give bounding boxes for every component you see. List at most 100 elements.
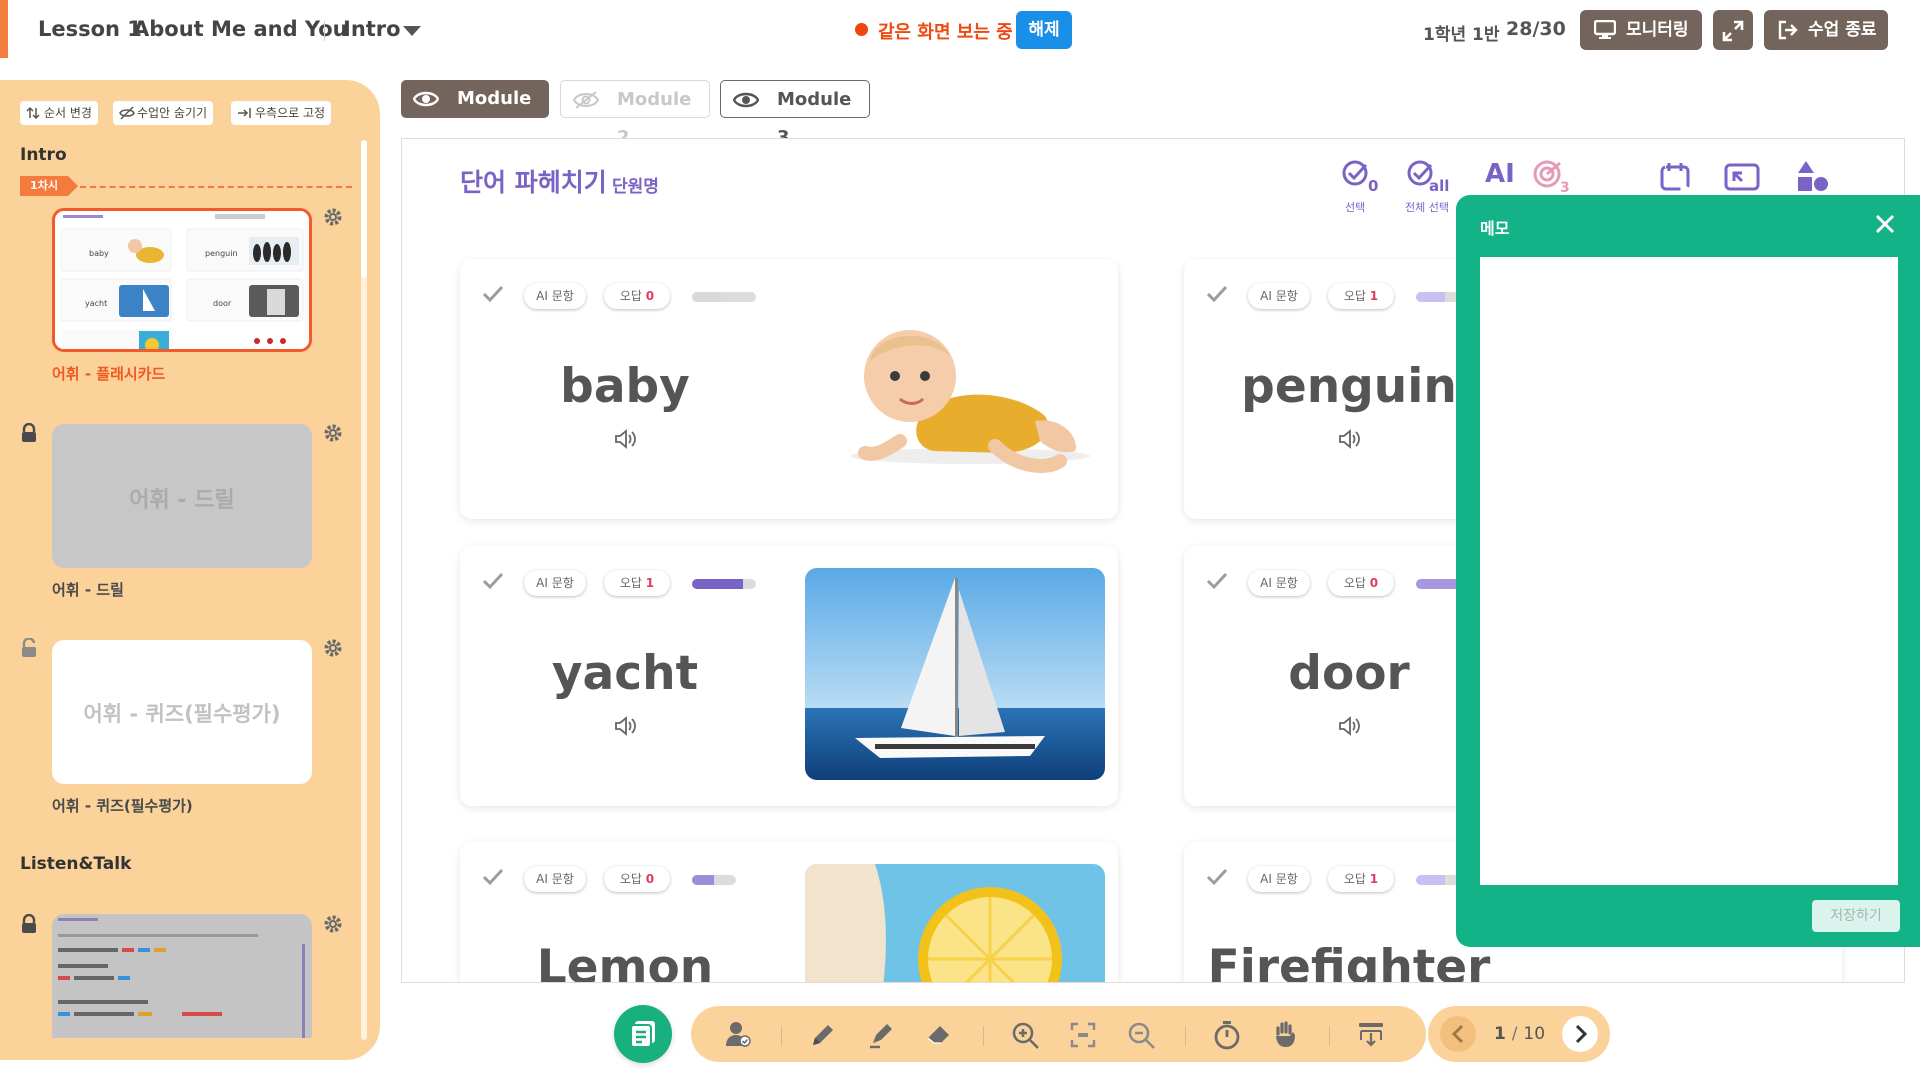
lesson-item-label: 어휘 - 퀴즈(필수평가) bbox=[52, 797, 193, 815]
thumbnail-overlay-title: 어휘 - 퀴즈(필수평가) bbox=[83, 702, 281, 726]
word-card[interactable]: AI 문항 오답 1 yacht bbox=[460, 546, 1118, 806]
zoom-out-icon[interactable] bbox=[1127, 1021, 1157, 1055]
toolbar-divider bbox=[781, 1026, 782, 1046]
chevron-down-icon[interactable] bbox=[403, 26, 421, 36]
check-icon[interactable] bbox=[482, 285, 504, 307]
listen-talk-thumbnail bbox=[58, 918, 305, 1038]
live-status-text: 같은 화면 보는 중 bbox=[878, 22, 1013, 43]
svg-text:all: all bbox=[1429, 177, 1449, 193]
fit-screen-icon[interactable] bbox=[1069, 1021, 1097, 1053]
lesson-item-label: 어휘 - 플래시카드 bbox=[52, 365, 166, 383]
toolbar-divider bbox=[983, 1026, 984, 1046]
timer-icon[interactable] bbox=[1213, 1020, 1241, 1054]
speaker-icon[interactable] bbox=[1338, 429, 1362, 453]
hide-lesson-plan-button[interactable]: 수업안 숨기기 bbox=[113, 101, 214, 125]
speaker-icon[interactable] bbox=[614, 429, 638, 453]
current-page: 1 bbox=[1494, 1024, 1506, 1044]
yacht-image bbox=[805, 568, 1105, 780]
card-word: baby bbox=[560, 359, 690, 414]
check-icon[interactable] bbox=[1206, 572, 1228, 594]
lesson-item-listen-talk[interactable] bbox=[52, 914, 312, 1038]
session-tag: 1차시 bbox=[20, 176, 78, 196]
ai-question-badge[interactable]: AI 문항 bbox=[1248, 866, 1310, 892]
section-title-intro: Intro bbox=[20, 145, 67, 165]
wrong-answer-badge[interactable]: 오답 0 bbox=[1328, 570, 1394, 596]
ai-question-badge[interactable]: AI 문항 bbox=[524, 570, 586, 596]
check-icon[interactable] bbox=[1206, 868, 1228, 890]
gear-icon[interactable] bbox=[323, 207, 343, 227]
cast-icon[interactable] bbox=[1724, 161, 1760, 197]
lesson-item-drill[interactable]: 어휘 - 드릴 bbox=[52, 424, 312, 568]
wrong-answer-badge[interactable]: 오답 0 bbox=[604, 283, 670, 309]
wrong-answer-badge[interactable]: 오답 1 bbox=[1328, 283, 1394, 309]
gear-icon[interactable] bbox=[323, 423, 343, 443]
module-tab-3[interactable]: Module 3 bbox=[720, 80, 870, 148]
highlighter-icon[interactable] bbox=[867, 1021, 895, 1053]
ai-question-badge[interactable]: AI 문항 bbox=[1248, 570, 1310, 596]
release-button[interactable]: 해제 bbox=[1016, 11, 1072, 49]
unit-name: 단원명 bbox=[612, 177, 659, 197]
ai-question-badge[interactable]: AI 문항 bbox=[524, 866, 586, 892]
class-info: 1학년 1반 bbox=[1423, 25, 1500, 45]
wrong-answer-badge[interactable]: 오답 1 bbox=[604, 570, 670, 596]
ai-icon[interactable]: AI bbox=[1485, 159, 1515, 189]
module-tab-1[interactable]: Module 1 bbox=[401, 80, 549, 147]
toolbar-divider bbox=[1185, 1026, 1186, 1046]
refresh-icon[interactable] bbox=[1659, 161, 1691, 197]
thumbnail-overlay-title: 어휘 - 드릴 bbox=[129, 488, 235, 513]
fullscreen-button[interactable] bbox=[1713, 10, 1753, 50]
raise-hand-icon[interactable] bbox=[1271, 1020, 1299, 1054]
gear-icon[interactable] bbox=[323, 638, 343, 658]
gear-icon[interactable] bbox=[323, 914, 343, 934]
page-navigator: 1 / 10 bbox=[1428, 1006, 1610, 1062]
speaker-icon[interactable] bbox=[614, 716, 638, 740]
pen-icon[interactable] bbox=[809, 1021, 837, 1053]
check-select-icon[interactable]: 0 bbox=[1341, 159, 1381, 197]
check-icon[interactable] bbox=[1206, 285, 1228, 307]
memo-textarea[interactable] bbox=[1480, 257, 1898, 885]
wrong-count: 1 bbox=[1369, 289, 1379, 303]
check-icon[interactable] bbox=[482, 868, 504, 890]
section-selector[interactable]: Intro bbox=[343, 17, 401, 41]
section-title-listen-talk: Listen&Talk bbox=[20, 854, 132, 874]
wrong-count: 1 bbox=[645, 576, 655, 590]
progress-bar bbox=[692, 292, 756, 302]
lesson-item-flashcard[interactable]: baby penguin yacht door bbox=[52, 208, 312, 352]
check-icon[interactable] bbox=[482, 572, 504, 594]
word-card[interactable]: AI 문항 오답 0 Lemon bbox=[460, 842, 1118, 983]
reorder-button[interactable]: 순서 변경 bbox=[20, 101, 98, 125]
target-icon[interactable]: 3 bbox=[1532, 159, 1572, 197]
lesson-plan-button[interactable] bbox=[614, 1005, 672, 1063]
word-card[interactable]: AI 문항 오답 0 baby bbox=[460, 259, 1118, 519]
monitoring-button[interactable]: 모니터링 bbox=[1580, 10, 1702, 50]
wrong-answer-badge[interactable]: 오답 1 bbox=[1328, 866, 1394, 892]
sidebar-scrollbar-thumb[interactable] bbox=[361, 140, 367, 278]
student-check-icon[interactable] bbox=[725, 1020, 751, 1052]
progress-bar bbox=[692, 875, 736, 885]
document-icon bbox=[630, 1021, 655, 1048]
module-tab-2[interactable]: Module 2 bbox=[560, 80, 710, 148]
eraser-icon[interactable] bbox=[925, 1021, 953, 1053]
speaker-icon[interactable] bbox=[1338, 716, 1362, 740]
ai-question-badge[interactable]: AI 문항 bbox=[524, 283, 586, 309]
card-word: Firefighter bbox=[1207, 940, 1491, 983]
top-header: Lesson 1 About Me and You Intro 같은 화면 보는… bbox=[0, 0, 1920, 64]
close-icon[interactable] bbox=[1874, 213, 1896, 239]
class-attendance-count: 28/30 bbox=[1506, 18, 1566, 40]
end-class-button[interactable]: 수업 종료 bbox=[1764, 10, 1888, 50]
card-word: Lemon bbox=[536, 940, 714, 983]
eye-off-icon bbox=[573, 91, 599, 109]
pin-right-button[interactable]: 우측으로 고정 bbox=[231, 101, 332, 125]
wrong-answer-badge[interactable]: 오답 0 bbox=[604, 866, 670, 892]
prev-page-button[interactable] bbox=[1440, 1016, 1476, 1052]
zoom-in-icon[interactable] bbox=[1011, 1021, 1041, 1055]
check-all-icon[interactable]: all bbox=[1406, 159, 1452, 197]
shapes-icon[interactable] bbox=[1796, 159, 1830, 197]
next-page-button[interactable] bbox=[1562, 1016, 1598, 1052]
memo-save-button[interactable]: 저장하기 bbox=[1812, 900, 1900, 932]
activity-title: 단어 파헤치기 bbox=[460, 168, 607, 197]
wrong-count: 0 bbox=[1369, 576, 1379, 590]
board-tool-icon[interactable] bbox=[1357, 1020, 1385, 1054]
lesson-item-quiz[interactable]: 어휘 - 퀴즈(필수평가) bbox=[52, 640, 312, 784]
ai-question-badge[interactable]: AI 문항 bbox=[1248, 283, 1310, 309]
